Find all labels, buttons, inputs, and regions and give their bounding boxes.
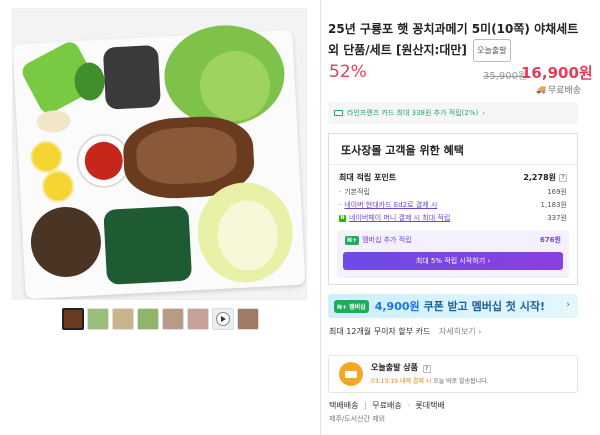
points-row-value: 169원 [547, 188, 567, 196]
divider [329, 164, 577, 165]
membership-label: 멤버십 추가 적립 [362, 236, 412, 244]
chevron-right-icon: › [566, 300, 570, 310]
points-row-value: 337원 [547, 214, 567, 222]
promo-amount: 4,900원 [374, 300, 420, 313]
thumbnail-3[interactable] [112, 308, 134, 330]
installment-info: 최대 12개월 무이자 할부 카드 자세히보기 › [329, 326, 481, 337]
promo-text: 4,900원 쿠폰 받고 멤버십 첫 시작! [375, 298, 545, 314]
plate-illustration [13, 22, 306, 299]
delivery-carrier: 롯데택배 [415, 401, 445, 410]
question-icon[interactable]: ? [422, 364, 431, 373]
npay-icon: N [339, 214, 346, 222]
delivery-note: 제주/도서산간 제외 [329, 415, 386, 423]
question-icon[interactable]: ? [559, 173, 567, 182]
points-row: N 네이버페이 머니 결제 시 최대 적립 337원 [339, 213, 567, 223]
max-points-row: 최대 적립 포인트 2,278원 ? [339, 172, 567, 183]
card-icon [334, 110, 343, 116]
play-icon [216, 312, 230, 326]
countdown-text: 03:13:19 내에 결제 시 [371, 378, 432, 385]
naver-plus-logo: N+ 멤버십 [334, 299, 369, 313]
points-row-label: 기본적립 [344, 188, 370, 196]
delivery-type: 택배배송 [329, 401, 359, 410]
product-title: 25년 구룡포 햇 꽁치과메기 5미(10쪽) 야채세트 외 단품/세트 [원산… [328, 20, 583, 62]
membership-badge: N+ [345, 236, 360, 245]
thumbnail-strip [62, 308, 259, 330]
card-banner-text: 라인프렌즈 카드 최대 338원 추가 적립(2%) [347, 109, 479, 117]
thumbnail-5[interactable] [162, 308, 184, 330]
shipping-label: 무료배송 [547, 86, 582, 96]
thumbnail-8[interactable] [237, 308, 259, 330]
membership-start-button[interactable]: 최대 5% 적립 시작하기 › [343, 252, 563, 270]
hyundai-card-link[interactable]: 네이버 현대카드 Ed2로 결제 시 [344, 200, 437, 210]
benefit-title: 또사장몰 고객을 위한 혜택 [341, 144, 464, 157]
max-points-label: 최대 적립 포인트 [339, 173, 397, 182]
npay-money-link[interactable]: 네이버페이 머니 결제 시 최대 적립 [349, 213, 450, 223]
shipping-info: 🚚 무료배송 [536, 83, 581, 96]
delivery-fee: 무료배송 [372, 401, 402, 410]
thumbnail-6[interactable] [187, 308, 209, 330]
discount-rate: 52% [329, 62, 367, 82]
max-points-value: 2,278원 [523, 173, 556, 182]
thumbnail-2[interactable] [87, 308, 109, 330]
today-shipping-note: 오늘 바로 발송됩니다. [431, 378, 489, 385]
delivery-truck-icon [339, 362, 363, 386]
product-title-text: 25년 구룡포 햇 꽁치과메기 5미(10쪽) 야채세트 외 단품/세트 [원산… [328, 22, 579, 57]
installment-more-link[interactable]: 자세히보기 › [439, 327, 482, 336]
product-main-image[interactable] [12, 8, 307, 300]
delivery-row: 택배배송 | 무료배송 · 롯데택배 [329, 401, 445, 410]
today-shipping-title: 오늘출발 상품 ? [371, 362, 431, 373]
today-shipping-countdown: 03:13:19 내에 결제 시 오늘 바로 발송됩니다. [371, 376, 489, 385]
benefit-box: 또사장몰 고객을 위한 혜택 최대 적립 포인트 2,278원 ? · 기본적립 … [328, 133, 578, 285]
thumbnail-4[interactable] [137, 308, 159, 330]
membership-value: 676원 [539, 236, 561, 244]
card-benefit-banner[interactable]: 라인프렌즈 카드 최대 338원 추가 적립(2%) › [328, 102, 578, 124]
points-row: · 기본적립 169원 [339, 188, 567, 196]
sale-price: 16,900원 [521, 64, 593, 82]
membership-row: N+ 멤버십 추가 적립 676원 [345, 235, 561, 245]
today-ship-badge: 오늘출발 [473, 39, 511, 62]
today-shipping-box: 오늘출발 상품 ? 03:13:19 내에 결제 시 오늘 바로 발송됩니다. [328, 355, 578, 393]
membership-promo-banner[interactable]: N+ 멤버십 4,900원 쿠폰 받고 멤버십 첫 시작! › [328, 294, 578, 318]
thumbnail-1[interactable] [62, 308, 84, 330]
membership-panel: N+ 멤버십 추가 적립 676원 최대 5% 적립 시작하기 › [337, 230, 569, 278]
promo-message: 쿠폰 받고 멤버십 첫 시작! [423, 300, 546, 313]
thumbnail-video[interactable] [212, 308, 234, 330]
points-row-value: 1,183원 [540, 201, 567, 209]
column-divider [320, 0, 321, 435]
points-row: · 네이버 현대카드 Ed2로 결제 시 1,183원 [339, 200, 567, 210]
chevron-right-icon: › [482, 109, 486, 117]
truck-icon: 🚚 [536, 85, 546, 94]
installment-text: 최대 12개월 무이자 할부 카드 [329, 327, 431, 336]
